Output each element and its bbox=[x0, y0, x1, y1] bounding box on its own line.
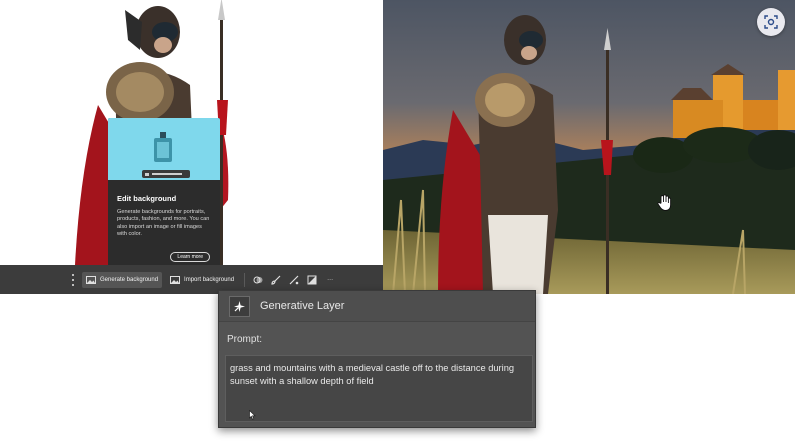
mask-button[interactable] bbox=[251, 272, 265, 288]
screenshot-stage: Edit background Generate backgrounds for… bbox=[0, 0, 795, 448]
composited-photo bbox=[383, 0, 795, 294]
prompt-label: Prompt: bbox=[227, 334, 263, 345]
sunset-castle-scene bbox=[383, 0, 795, 294]
edit-background-popup: Edit background Generate backgrounds for… bbox=[108, 118, 220, 267]
panel-header: Generative Layer bbox=[219, 291, 535, 322]
more-options-button[interactable]: ··· bbox=[323, 272, 337, 288]
popup-description: Generate backgrounds for portraits, prod… bbox=[117, 209, 210, 238]
arrow-pointer-icon bbox=[249, 410, 256, 420]
hand-cursor-icon bbox=[657, 194, 672, 211]
generative-sparkle-icon bbox=[229, 295, 250, 317]
visual-search-icon bbox=[764, 15, 778, 29]
perfume-bottle-image bbox=[154, 132, 172, 162]
image-icon bbox=[86, 275, 96, 284]
prompt-textarea[interactable]: grass and mountains with a medieval cast… bbox=[225, 355, 533, 422]
import-image-icon bbox=[170, 275, 181, 284]
generative-layer-panel: Generative Layer Prompt: grass and mount… bbox=[218, 290, 536, 428]
mini-toolbar-preview bbox=[142, 170, 190, 178]
popup-thumbnail bbox=[108, 118, 220, 180]
popup-title: Edit background bbox=[117, 194, 177, 203]
brush-button[interactable] bbox=[269, 272, 283, 288]
refine-brush-button[interactable] bbox=[287, 272, 301, 288]
mask-icon bbox=[253, 276, 263, 283]
brush-icon bbox=[271, 275, 281, 285]
generate-background-label: Generate background bbox=[100, 276, 159, 283]
generate-background-button[interactable]: Generate background bbox=[82, 271, 163, 288]
panel-title: Generative Layer bbox=[260, 300, 345, 312]
invert-icon bbox=[307, 275, 317, 284]
learn-more-button[interactable]: Learn more bbox=[170, 252, 210, 262]
import-background-button[interactable]: Import background bbox=[166, 272, 238, 288]
invert-mask-button[interactable] bbox=[305, 272, 319, 288]
toolbar-divider bbox=[244, 272, 246, 287]
import-background-label: Import background bbox=[184, 276, 235, 283]
drag-grip-icon[interactable] bbox=[70, 273, 76, 286]
refine-brush-icon bbox=[289, 275, 299, 284]
visual-search-button[interactable] bbox=[757, 8, 785, 36]
